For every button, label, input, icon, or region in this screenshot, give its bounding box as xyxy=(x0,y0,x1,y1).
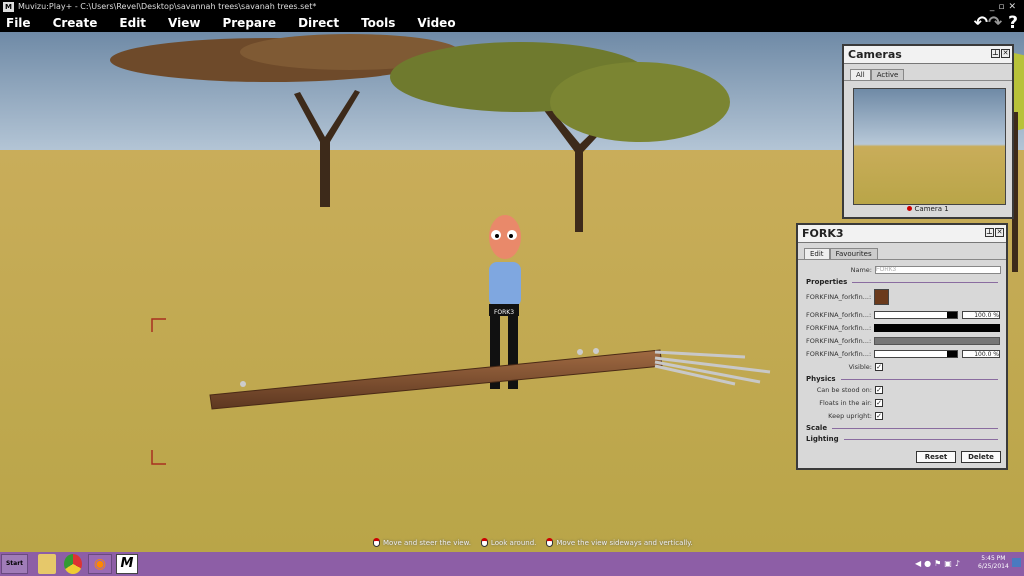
color-swatch[interactable] xyxy=(874,337,1000,345)
reset-button[interactable]: Reset xyxy=(916,451,956,463)
tab-all[interactable]: All xyxy=(850,69,871,80)
section-physics[interactable]: Physics xyxy=(806,375,836,383)
floats-checkbox[interactable]: ✓ xyxy=(875,399,883,407)
taskbar: Start ◉ M ◀●⚑▣♪ 5:45 PM 6/25/2014 xyxy=(0,552,1024,576)
name-input[interactable] xyxy=(875,266,1001,274)
menu-video[interactable]: Video xyxy=(417,16,455,30)
property-label: FORKFINA_forkfin...: xyxy=(806,293,872,301)
help-icon[interactable]: ? xyxy=(1008,13,1018,33)
window-title: Muvizu:Play+ - C:\Users\Revel\Desktop\sa… xyxy=(18,2,317,11)
navigation-hints: Move and steer the view. Look around. Mo… xyxy=(373,538,693,547)
camera-status-dot xyxy=(907,206,913,211)
close-icon[interactable]: ✕ xyxy=(1001,49,1010,58)
window-controls[interactable]: _▫✕ xyxy=(990,0,1020,14)
color-slider[interactable] xyxy=(874,350,958,358)
blender-icon[interactable]: ◉ xyxy=(88,554,112,574)
visible-checkbox[interactable]: ✓ xyxy=(875,363,883,371)
menu-direct[interactable]: Direct xyxy=(298,16,339,30)
name-label: Name: xyxy=(850,266,872,274)
stood-on-checkbox[interactable]: ✓ xyxy=(875,386,883,394)
property-label: FORKFINA_forkfin...: xyxy=(806,324,872,332)
menu-create[interactable]: Create xyxy=(53,16,98,30)
hint-text: Move and steer the view. xyxy=(383,538,471,547)
property-label: FORKFINA_forkfin...: xyxy=(806,350,872,358)
object-properties-panel: FORK3 ⊥✕ EditFavourites Name: Properties… xyxy=(796,223,1008,470)
menu-tools[interactable]: Tools xyxy=(361,16,395,30)
tab-edit[interactable]: Edit xyxy=(804,248,830,259)
tab-favourites[interactable]: Favourites xyxy=(829,248,878,259)
percent-input[interactable]: 100.0 % xyxy=(962,350,1000,358)
percent-input[interactable]: 100.0 % xyxy=(962,311,1000,319)
delete-button[interactable]: Delete xyxy=(961,451,1001,463)
close-icon[interactable]: ✕ xyxy=(995,228,1004,237)
keep-upright-checkbox[interactable]: ✓ xyxy=(875,412,883,420)
pin-icon[interactable]: ⊥ xyxy=(985,228,994,237)
clock-time: 5:45 PM xyxy=(981,555,1006,562)
shirt-label: FORK3 xyxy=(494,309,514,316)
cameras-panel: Cameras ⊥ ✕ All Active Camera 1 xyxy=(842,44,1014,219)
app-icon: M xyxy=(3,2,14,12)
undo-icon[interactable]: ↶ xyxy=(974,13,988,33)
property-label: FORKFINA_forkfin...: xyxy=(806,337,872,345)
redo-icon[interactable]: ↷ xyxy=(988,13,1002,33)
panel-title: FORK3 xyxy=(802,227,844,240)
start-button[interactable]: Start xyxy=(1,554,28,574)
muvizu-taskbar-icon[interactable]: M xyxy=(116,554,138,574)
color-swatch[interactable] xyxy=(874,324,1000,332)
panel-title: Cameras xyxy=(848,48,902,61)
clock-date: 6/25/2014 xyxy=(978,563,1009,570)
color-slider[interactable] xyxy=(874,311,958,319)
file-explorer-icon[interactable] xyxy=(38,554,56,574)
hint-text: Move the view sideways and vertically. xyxy=(556,538,693,547)
section-lighting[interactable]: Lighting xyxy=(806,435,839,443)
mouse-icon xyxy=(373,538,380,547)
menu-bar: File Create Edit View Prepare Direct Too… xyxy=(0,14,1024,32)
start-label: Start xyxy=(5,560,24,567)
section-properties[interactable]: Properties xyxy=(806,278,847,286)
title-bar: M Muvizu:Play+ - C:\Users\Revel\Desktop\… xyxy=(0,0,1024,14)
clock[interactable]: 5:45 PM 6/25/2014 xyxy=(978,555,1009,575)
mouse-icon xyxy=(480,538,488,547)
system-tray[interactable]: ◀●⚑▣♪ xyxy=(915,554,963,574)
texture-swatch[interactable] xyxy=(874,289,889,305)
menu-view[interactable]: View xyxy=(168,16,200,30)
camera-thumbnail[interactable] xyxy=(853,88,1006,205)
physics-label: Can be stood on: xyxy=(816,386,872,394)
mouse-icon xyxy=(546,538,554,547)
visible-label: Visible: xyxy=(848,363,872,371)
physics-label: Floats in the air: xyxy=(819,399,872,407)
pin-icon[interactable]: ⊥ xyxy=(991,49,1000,58)
section-scale[interactable]: Scale xyxy=(806,424,827,432)
show-desktop-icon[interactable] xyxy=(1012,558,1021,567)
camera-label: Camera 1 xyxy=(914,205,949,213)
menu-prepare[interactable]: Prepare xyxy=(222,16,276,30)
tab-active[interactable]: Active xyxy=(870,69,905,80)
menu-edit[interactable]: Edit xyxy=(119,16,146,30)
menu-file[interactable]: File xyxy=(6,16,31,30)
chrome-icon[interactable] xyxy=(64,554,82,574)
property-label: FORKFINA_forkfin...: xyxy=(806,311,872,319)
physics-label: Keep upright: xyxy=(828,412,872,420)
hint-text: Look around. xyxy=(490,538,537,547)
